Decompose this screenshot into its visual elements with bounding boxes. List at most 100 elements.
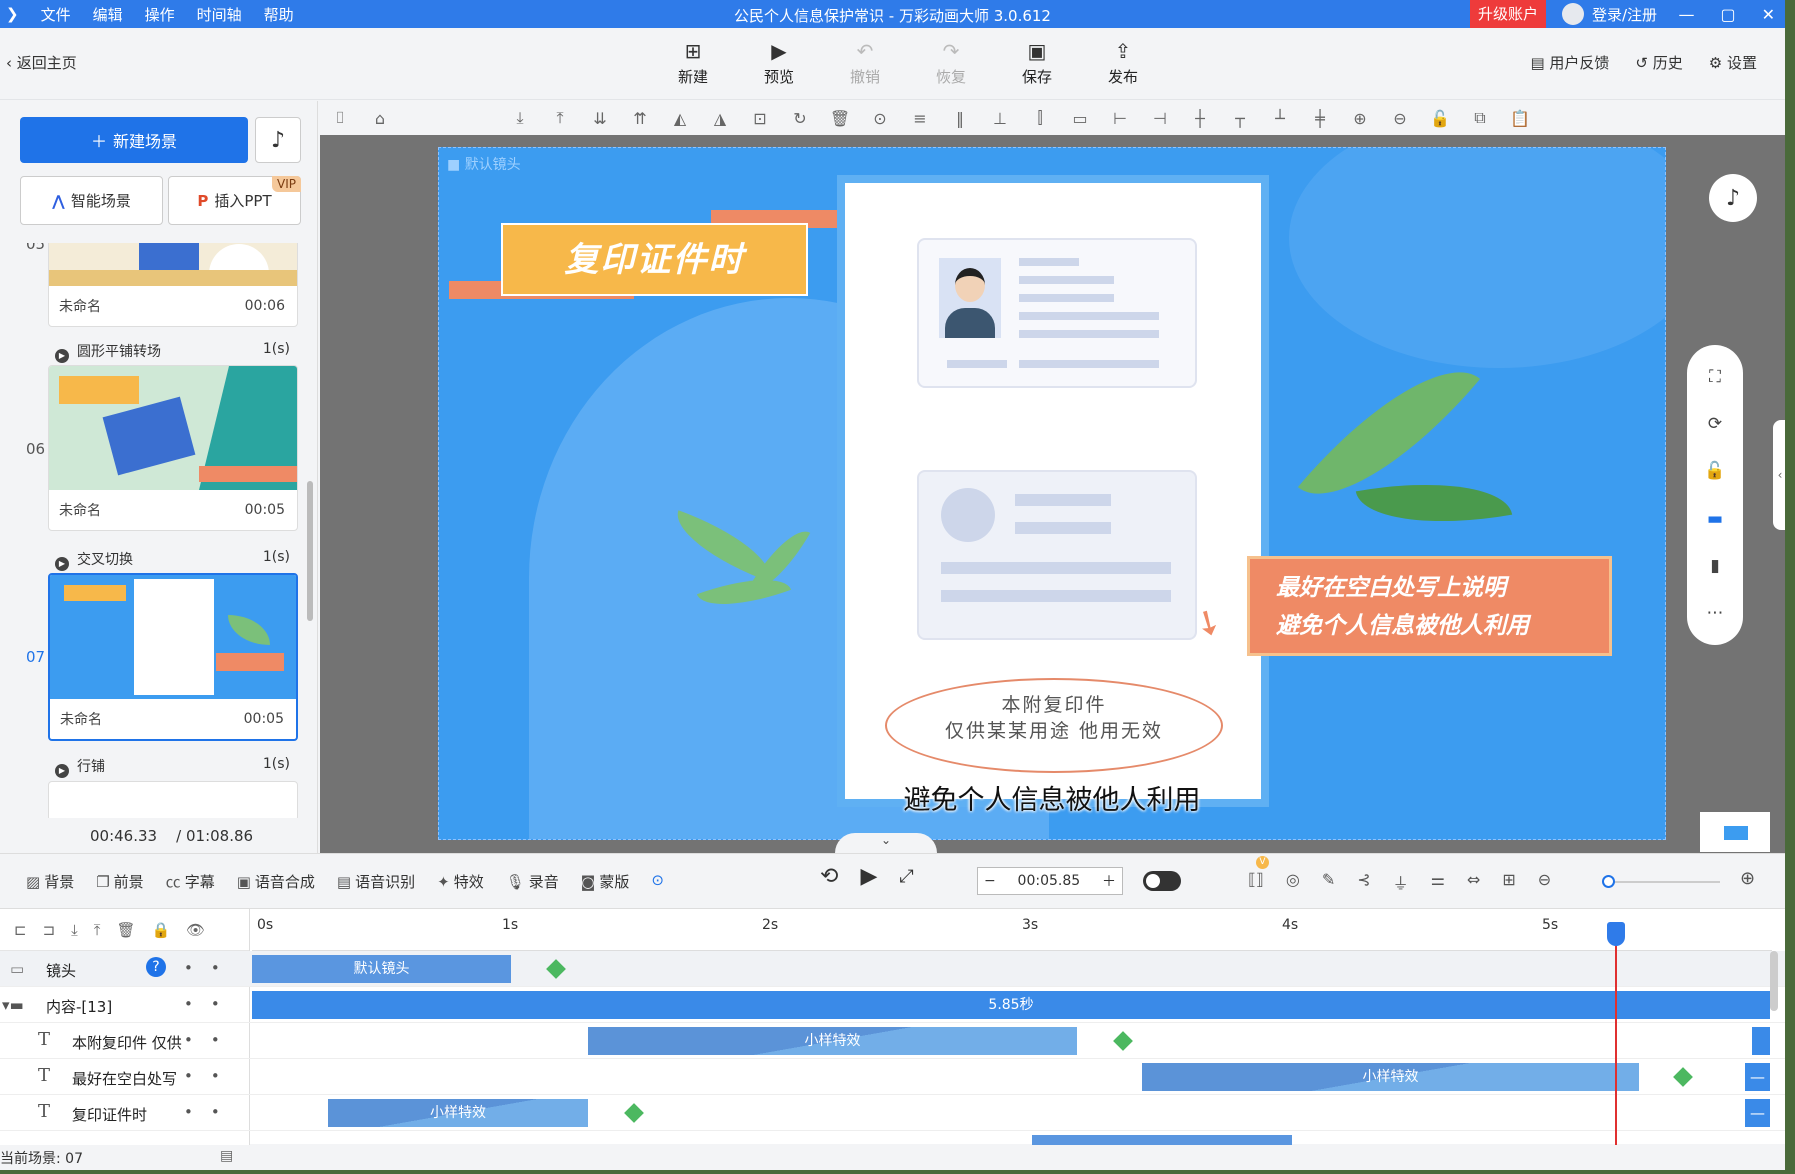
effect-clip[interactable]: 小样特效 — [588, 1027, 1077, 1055]
zoom-slider-knob[interactable] — [1602, 875, 1615, 888]
zoom-in-icon[interactable]: ⊕ — [1340, 109, 1380, 128]
filter-icon[interactable]: ⏚ — [1393, 870, 1409, 894]
keyframe-diamond[interactable] — [1113, 1031, 1133, 1051]
subtitle-text[interactable]: 避免个人信息被他人利用 — [439, 778, 1665, 817]
effect-clip[interactable]: 小样特效 — [1142, 1063, 1639, 1091]
keyframe-diamond[interactable] — [546, 959, 566, 979]
zoom-slider[interactable] — [1608, 881, 1720, 883]
replay-icon[interactable]: ⟲ — [820, 864, 838, 889]
split-icon[interactable]: ⊰ — [1357, 870, 1370, 894]
time-stepper[interactable]: − 00:05.85 ＋ — [977, 867, 1123, 895]
move-top-icon[interactable]: ⤒ — [540, 108, 580, 128]
one-to-one-icon[interactable]: ⊞ — [1502, 870, 1515, 894]
insert-ppt-button[interactable]: P 插入PPT VIP — [168, 176, 301, 225]
mask-button[interactable]: ◙ 蒙版 — [581, 871, 630, 892]
move-bottom-icon[interactable]: ⤓ — [500, 108, 540, 128]
track-visibility-dots[interactable]: •• — [184, 959, 238, 977]
scene-card-05[interactable]: 未命名 00:06 — [48, 243, 298, 327]
smart-scene-button[interactable]: ⋀ 智能场景 — [20, 176, 163, 225]
transition-row[interactable]: ▶ 交叉切换 1(s) — [55, 549, 290, 571]
foreground-button[interactable]: ❐ 前景 — [96, 871, 143, 892]
settings-button[interactable]: ⚙ 设置 — [1709, 52, 1757, 73]
minimize-icon[interactable]: — — [1678, 5, 1694, 24]
distribute-h-icon[interactable]: ⫿ — [1020, 108, 1060, 128]
lock-icon[interactable]: 🔒 — [151, 921, 170, 939]
flip-horizontal-icon[interactable]: ◭ — [660, 109, 700, 128]
track-visibility-dots[interactable]: •• — [184, 1067, 238, 1085]
subtitle-button[interactable]: ㏄字幕 — [166, 871, 215, 892]
timeline-scrollbar[interactable] — [1770, 951, 1778, 1011]
center-h-icon[interactable]: ┼ — [1180, 109, 1220, 128]
unlock-icon[interactable]: 🔓 — [1420, 109, 1460, 128]
align-vertical-icon[interactable]: ‖ — [940, 109, 980, 128]
new-button[interactable]: ⊞ 新建 — [650, 40, 736, 87]
publish-button[interactable]: ⇪ 发布 — [1080, 40, 1166, 87]
camera-frame-icon[interactable]: ⟦⟧ V — [1248, 856, 1269, 894]
zoom-out-icon[interactable]: ⊖ — [1538, 870, 1551, 894]
maximize-icon[interactable]: ▢ — [1720, 5, 1735, 24]
feedback-button[interactable]: ▤ 用户反馈 — [1530, 52, 1609, 73]
play-icon[interactable]: ▶ — [860, 864, 877, 889]
align-right-icon[interactable]: ⊣ — [1140, 109, 1180, 128]
move-down-icon[interactable]: ⤓ — [71, 921, 78, 939]
back-home-button[interactable]: ‹ 返回主页 — [6, 52, 77, 73]
scene-card-06[interactable]: 未命名 00:05 — [48, 365, 298, 531]
phone-icon[interactable]: ▮ — [1710, 556, 1719, 576]
paste-icon[interactable]: 📋 — [1500, 109, 1540, 128]
more-icon[interactable]: ⋯ — [1707, 603, 1724, 623]
content-duration-clip[interactable]: 5.85秒 — [252, 991, 1770, 1019]
minus-icon[interactable]: − — [984, 873, 996, 889]
fit-width-icon[interactable]: ⇔ — [1467, 870, 1480, 894]
background-button[interactable]: ▨ 背景 — [26, 871, 74, 892]
camera-clip[interactable]: 默认镜头 — [252, 955, 511, 983]
delete-icon[interactable]: 🗑 — [820, 109, 860, 128]
track-content-group[interactable]: ▾▬ 内容-[13] •• 5.85秒 — [0, 987, 1785, 1023]
preview-button[interactable]: ▶ 预览 — [736, 40, 822, 87]
delete-icon[interactable]: 🗑 — [116, 921, 135, 939]
format-painter-icon[interactable]: ⌷ — [320, 108, 360, 128]
effects-button[interactable]: ✦ 特效 — [437, 871, 484, 892]
track-text[interactable]: T 复印证件时 •• 小样特效 — — [0, 1095, 1785, 1131]
effect-clip[interactable]: 小样特效 — [328, 1099, 588, 1127]
folder-expand-icon[interactable]: ▾▬ — [2, 996, 24, 1014]
current-time-value[interactable]: 00:05.85 — [1018, 873, 1081, 889]
edit-icon[interactable]: ✎ — [1322, 870, 1335, 894]
track-text[interactable]: T 本附复印件 仅供 •• 小样特效 — [0, 1023, 1785, 1059]
transition-row[interactable]: ▶ 行铺 1(s) — [55, 756, 290, 778]
save-button[interactable]: ▣ 保存 — [994, 40, 1080, 87]
center-v-icon[interactable]: ╪ — [1300, 109, 1340, 128]
clip-tail[interactable]: — — [1745, 1099, 1770, 1127]
copy-stamp-text[interactable]: 本附复印件 仅供某某用途 他用无效 — [885, 678, 1223, 773]
speech-recognition-button[interactable]: ▤ 语音识别 — [337, 871, 415, 892]
plus-icon[interactable]: ＋ — [1102, 871, 1116, 891]
rotate-icon[interactable]: ↻ — [780, 109, 820, 128]
zoom-out-icon[interactable]: ⊖ — [1380, 109, 1420, 128]
transition-row[interactable]: ▶ 圆形平铺转场 1(s) — [55, 341, 290, 363]
fullscreen-icon[interactable]: ⤢ — [899, 866, 913, 887]
track-visibility-dots[interactable]: •• — [184, 995, 238, 1013]
upgrade-account-button[interactable]: 升级账户 — [1470, 0, 1547, 28]
camera-rotate-icon[interactable]: ⟳ — [1708, 414, 1722, 434]
scene-card-empty[interactable] — [48, 781, 298, 818]
align-bottom-icon[interactable]: ⊥ — [980, 109, 1020, 128]
track-visibility-dots[interactable]: •• — [184, 1103, 238, 1121]
help-icon[interactable]: ? — [146, 957, 166, 977]
snapshot-icon[interactable]: ◎ — [1286, 870, 1300, 894]
align-top-icon[interactable]: ┬ — [1220, 109, 1260, 128]
document-paper[interactable]: 本附复印件 仅供某某用途 他用无效 — [837, 175, 1269, 807]
distribute-v-icon[interactable]: ▭ — [1060, 109, 1100, 128]
collapse-panel-button[interactable]: ‹ — [1773, 420, 1785, 530]
track-camera[interactable]: ▭ 镜头 ? •• 默认镜头 — [0, 951, 1785, 987]
eye-icon[interactable]: 👁 — [186, 921, 205, 939]
adjust-icon[interactable]: ⚌ — [1431, 870, 1445, 894]
move-up-icon[interactable]: ⇈ — [620, 109, 660, 128]
partial-clip[interactable] — [1032, 1135, 1292, 1145]
align-center-icon[interactable]: ≡ — [900, 109, 940, 128]
music-button[interactable]: ♪ — [255, 117, 301, 163]
snap-toggle[interactable] — [1143, 871, 1181, 891]
clip-tail[interactable] — [1752, 1027, 1770, 1055]
scene-card-07[interactable]: 未命名 00:05 — [48, 573, 298, 741]
new-scene-button[interactable]: ＋ 新建场景 — [20, 117, 248, 163]
redo-button[interactable]: ↷ 恢复 — [908, 40, 994, 87]
undo-button[interactable]: ↶ 撤销 — [822, 40, 908, 87]
